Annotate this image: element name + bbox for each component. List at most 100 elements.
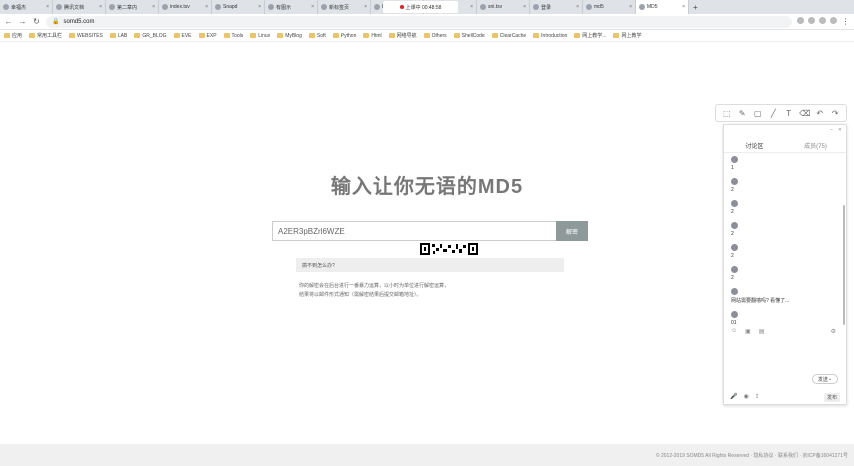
bookmark-label: 常用工具栏 [37, 33, 63, 39]
bookmark-item[interactable]: Html [363, 32, 382, 39]
bookmark-item[interactable]: EXP [198, 33, 217, 39]
bookmark-item[interactable]: LAB [109, 33, 127, 39]
extension-icon[interactable] [819, 17, 826, 24]
chevron-down-icon: ⌄ [827, 376, 833, 382]
bookmark-item[interactable]: EVE [173, 33, 192, 39]
bookmark-item[interactable]: Python [332, 33, 356, 39]
close-tab-icon[interactable]: × [576, 4, 579, 10]
bookmark-label: WEBSITES [77, 32, 103, 39]
close-icon[interactable]: ✕ [838, 127, 842, 133]
bookmark-item[interactable]: Others [423, 33, 447, 39]
bookmark-item[interactable]: Tools [223, 32, 244, 39]
image-icon[interactable]: ▣ [745, 328, 751, 335]
line-tool-icon[interactable]: ╱ [768, 109, 778, 118]
tab-discussion[interactable]: 讨论区 [724, 141, 785, 150]
browser-tab[interactable]: 第二章内 × [106, 0, 159, 14]
decrypt-button[interactable]: 解密 [556, 221, 588, 241]
select-tool-icon[interactable]: ⬚ [722, 109, 732, 118]
close-tab-icon[interactable]: × [629, 4, 632, 10]
footer-text: © 2012-2019 SOMD5 All Rights Reserved · … [655, 452, 848, 459]
bookmark-label: Html [371, 32, 382, 39]
emoji-icon[interactable]: ☺ [731, 328, 737, 335]
reload-icon[interactable]: ↻ [32, 17, 41, 26]
browser-tab[interactable]: MD5 × [636, 0, 689, 14]
folder-icon [388, 33, 395, 38]
favicon-icon [3, 4, 9, 10]
close-tab-icon[interactable]: × [205, 4, 208, 10]
help-hint[interactable]: 搞不到怎么办? [296, 258, 564, 272]
browser-tab[interactable]: 腾讯文档 × [53, 0, 106, 14]
mic-icon[interactable]: 🎤 [730, 393, 737, 400]
bookmark-item[interactable]: Soft [308, 32, 326, 39]
bookmark-item[interactable]: Introduction [533, 33, 567, 39]
extension-icon[interactable] [808, 17, 815, 24]
browser-tab[interactable]: 新标签页 × [318, 0, 371, 14]
text-tool-icon[interactable]: T [784, 109, 794, 118]
file-icon[interactable]: ▤ [759, 328, 765, 335]
browser-tab[interactable]: 登录 × [530, 0, 583, 14]
close-tab-icon[interactable]: × [470, 4, 473, 10]
tab-label: 幸福杰 [11, 4, 27, 11]
comment-item: 1 [724, 153, 846, 175]
menu-icon[interactable]: ⋮ [841, 17, 850, 26]
hash-search: A2ER3pBZrl6WZE 解密 [272, 221, 588, 241]
bookmark-item[interactable]: MyBlog [277, 33, 302, 39]
minimize-icon[interactable]: – [830, 127, 833, 133]
comment-text: 2 [731, 231, 734, 237]
browser-tab[interactable]: 有图示 × [265, 0, 318, 14]
close-tab-icon[interactable]: × [258, 4, 261, 10]
bookmark-item[interactable]: 网络导航 [388, 32, 417, 39]
tab-label: 有图示 [276, 4, 292, 11]
bookmark-item[interactable]: WEBSITES [69, 33, 103, 39]
redo-icon[interactable]: ↷ [830, 109, 840, 118]
browser-tab[interactable]: md5 × [583, 0, 636, 14]
bookmark-label: Tools [231, 32, 244, 39]
pen-tool-icon[interactable]: ✎ [737, 109, 747, 118]
profile-icon[interactable] [830, 17, 837, 24]
close-tab-icon[interactable]: × [311, 4, 314, 10]
favicon-icon [56, 4, 62, 10]
close-tab-icon[interactable]: × [682, 4, 685, 10]
back-icon[interactable]: ← [4, 17, 13, 26]
close-tab-icon[interactable]: × [364, 4, 367, 10]
folder-icon [453, 33, 460, 38]
bookmark-item[interactable]: 应用 [4, 32, 22, 39]
send-button[interactable]: 发送 ⌄ [812, 374, 838, 384]
bookmark-item[interactable]: 网上教学 [613, 32, 641, 39]
url-input[interactable]: 🔒 somd5.com [46, 15, 792, 28]
panel-scrollbar[interactable] [843, 205, 845, 325]
favicon-icon [109, 4, 115, 10]
avatar [731, 311, 738, 318]
browser-tab[interactable]: 幸福杰 × [0, 0, 53, 14]
extension-icon[interactable] [797, 17, 804, 24]
browser-tab[interactable]: index.tsv × [159, 0, 212, 14]
shape-tool-icon[interactable]: ▢ [753, 109, 763, 118]
camera-icon[interactable]: ◉ [743, 393, 748, 400]
folder-icon [533, 33, 540, 38]
browser-tab[interactable]: Snapd × [212, 0, 265, 14]
browser-tab[interactable]: sni.tsv × [477, 0, 530, 14]
bookmark-item[interactable]: Linux [250, 33, 270, 39]
close-tab-icon[interactable]: × [523, 4, 526, 10]
bookmark-label: Soft [316, 32, 326, 39]
bookmark-item[interactable]: 常用工具栏 [29, 32, 62, 39]
forward-icon[interactable]: → [18, 17, 27, 26]
folder-icon [29, 33, 36, 38]
undo-icon[interactable]: ↶ [815, 109, 825, 118]
eraser-tool-icon[interactable]: ⌫ [799, 109, 810, 118]
new-tab-icon[interactable]: + [689, 3, 702, 12]
post-button[interactable]: 发布 [823, 393, 840, 402]
settings-icon[interactable]: ⚙ [831, 328, 836, 335]
avatar [731, 266, 738, 273]
bookmark-item[interactable]: ClearCache [491, 33, 526, 39]
bookmark-item[interactable]: 网上教学... [574, 32, 606, 39]
close-tab-icon[interactable]: × [152, 4, 155, 10]
share-icon[interactable]: ⇪ [755, 393, 760, 400]
bookmark-label: ShellCode [461, 32, 485, 39]
close-tab-icon[interactable]: × [46, 4, 49, 10]
hash-input[interactable]: A2ER3pBZrl6WZE [272, 221, 556, 241]
close-tab-icon[interactable]: × [99, 4, 102, 10]
bookmark-item[interactable]: GR_BLOG [134, 33, 167, 39]
tab-members[interactable]: 成员(75) [785, 141, 846, 150]
bookmark-item[interactable]: ShellCode [453, 32, 485, 39]
